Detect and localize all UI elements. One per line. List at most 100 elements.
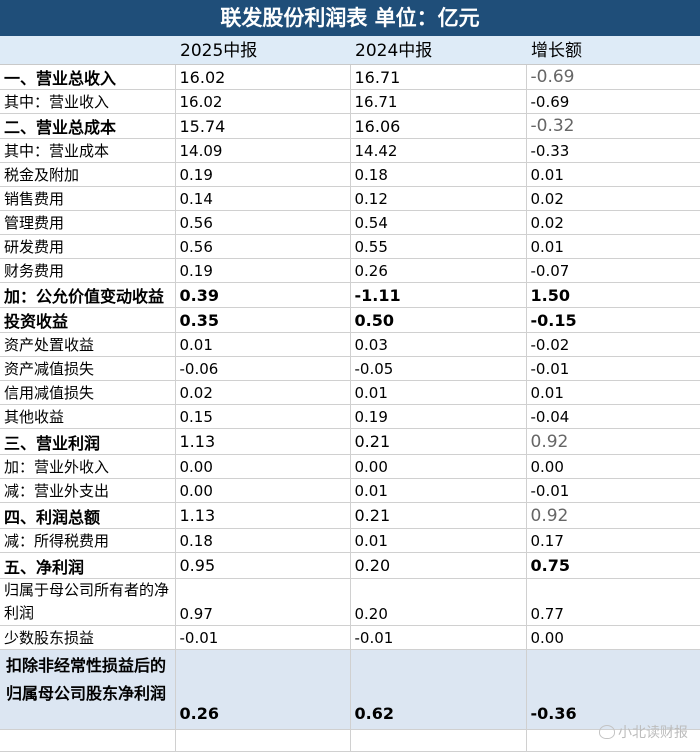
- table-row: 五、净利润 0.95 0.20 0.75: [0, 552, 700, 579]
- table-row: 少数股东损益 -0.01 -0.01 0.00: [0, 625, 700, 650]
- table-row: 四、利润总额 1.13 0.21 0.92: [0, 502, 700, 529]
- row-label: 税金及附加: [0, 162, 176, 187]
- column-header-2024: 2024中报: [355, 41, 433, 61]
- row-label: 三、营业利润: [0, 428, 176, 455]
- value-2024: -0.05: [350, 356, 527, 381]
- table-row: 资产处置收益 0.01 0.03 -0.02: [0, 332, 700, 357]
- value-2025: 0.19: [175, 162, 351, 187]
- row-label: 一、营业总收入: [0, 65, 176, 90]
- value-growth: 0.77: [526, 578, 700, 626]
- table-row: 三、营业利润 1.13 0.21 0.92: [0, 428, 700, 455]
- value-growth: 0.02: [526, 210, 700, 235]
- value-2024: -1.11: [350, 282, 527, 308]
- value-growth: -0.07: [526, 258, 700, 283]
- value-2025: 0.02: [175, 380, 351, 405]
- row-label: 资产减值损失: [0, 356, 176, 381]
- table-row: 管理费用 0.56 0.54 0.02: [0, 210, 700, 235]
- row-label: 财务费用: [0, 258, 176, 283]
- table-row: 税金及附加 0.19 0.18 0.01: [0, 162, 700, 187]
- table-title: 联发股份利润表 单位：亿元: [0, 0, 700, 36]
- value-2024: 0.01: [350, 380, 527, 405]
- value-2025: 0.56: [175, 210, 351, 235]
- row-label: 加：营业外收入: [0, 454, 176, 479]
- table-row: 资产减值损失 -0.06 -0.05 -0.01: [0, 356, 700, 381]
- value-2024: 16.71: [350, 89, 527, 114]
- value-growth: 1.50: [526, 282, 700, 308]
- row-label: 其他收益: [0, 404, 176, 429]
- table-row: 投资收益 0.35 0.50 -0.15: [0, 307, 700, 333]
- column-header-2025: 2025中报: [180, 41, 258, 61]
- value-growth: -0.02: [526, 332, 700, 357]
- value-2024: 0.55: [350, 234, 527, 259]
- value-2024: 0.03: [350, 332, 527, 357]
- table-row: 财务费用 0.19 0.26 -0.07: [0, 258, 700, 283]
- value-2025: 0.39: [175, 282, 351, 308]
- table-row: 二、营业总成本 15.74 16.06 -0.32: [0, 113, 700, 139]
- table-row: 信用减值损失 0.02 0.01 0.01: [0, 380, 700, 405]
- value-2024: 0.62: [350, 649, 527, 730]
- value-growth: -0.33: [526, 138, 700, 163]
- value-2024: 16.06: [350, 113, 527, 139]
- row-label: 减：营业外支出: [0, 478, 176, 503]
- value-growth: -0.15: [526, 307, 700, 333]
- table-row: 一、营业总收入 16.02 16.71 -0.69: [0, 65, 700, 90]
- value-2025: 16.02: [175, 65, 351, 90]
- value-2024: 14.42: [350, 138, 527, 163]
- weibo-icon: [599, 725, 615, 739]
- value-growth: -0.69: [526, 89, 700, 114]
- row-label: 资产处置收益: [0, 332, 176, 357]
- table-row: 加：营业外收入 0.00 0.00 0.00: [0, 454, 700, 479]
- value-2024: 0.50: [350, 307, 527, 333]
- value-growth: 0.00: [526, 625, 700, 650]
- value-2024: 0.21: [350, 502, 527, 529]
- income-statement-table: 一、营业总收入 16.02 16.71 -0.69 其中：营业收入 16.02 …: [0, 65, 700, 752]
- value-2024: 0.01: [350, 528, 527, 553]
- table-row: 其他收益 0.15 0.19 -0.04: [0, 404, 700, 429]
- column-header-growth: 增长额: [531, 41, 582, 61]
- value-2024: 0.12: [350, 186, 527, 211]
- blank-row: [0, 729, 700, 752]
- value-growth: 0.92: [526, 428, 700, 455]
- row-label: 五、净利润: [0, 552, 176, 579]
- value-growth: 0.00: [526, 454, 700, 479]
- value-2024: 0.19: [350, 404, 527, 429]
- value-2024: 0.18: [350, 162, 527, 187]
- row-label: 减：所得税费用: [0, 528, 176, 553]
- value-2025: 0.14: [175, 186, 351, 211]
- value-2025: 1.13: [175, 428, 351, 455]
- row-label: 四、利润总额: [0, 502, 176, 529]
- row-label: 其中：营业收入: [0, 89, 176, 114]
- value-growth: 0.01: [526, 380, 700, 405]
- row-label: 研发费用: [0, 234, 176, 259]
- value-2025: 14.09: [175, 138, 351, 163]
- value-growth: 0.01: [526, 162, 700, 187]
- value-2025: 0.97: [175, 578, 351, 626]
- value-2025: 0.56: [175, 234, 351, 259]
- value-2025: 0.26: [175, 649, 351, 730]
- value-2025: 0.00: [175, 454, 351, 479]
- value-2024: 0.00: [350, 454, 527, 479]
- table-row: 归属于母公司所有者的净利润 0.97 0.20 0.77: [0, 578, 700, 626]
- row-label: 加：公允价值变动收益: [0, 282, 176, 308]
- table-row: 研发费用 0.56 0.55 0.01: [0, 234, 700, 259]
- value-growth: -0.32: [526, 113, 700, 139]
- value-growth: -0.01: [526, 356, 700, 381]
- value-2024: 0.26: [350, 258, 527, 283]
- table-row: 其中：营业成本 14.09 14.42 -0.33: [0, 138, 700, 163]
- value-2024: 0.21: [350, 428, 527, 455]
- value-growth: 0.02: [526, 186, 700, 211]
- row-label: 归属于母公司所有者的净利润: [0, 578, 176, 626]
- column-header-row: 2025中报 2024中报 增长额: [0, 36, 700, 65]
- value-2025: 0.95: [175, 552, 351, 579]
- value-growth: -0.36: [526, 649, 700, 730]
- row-label: 其中：营业成本: [0, 138, 176, 163]
- value-2024: 0.20: [350, 552, 527, 579]
- value-2025: 0.35: [175, 307, 351, 333]
- watermark: 小北读财报: [599, 722, 688, 742]
- value-growth: -0.01: [526, 478, 700, 503]
- table-row-highlight: 扣除非经常性损益后的归属母公司股东净利润 0.26 0.62 -0.36: [0, 649, 700, 730]
- value-2025: 0.01: [175, 332, 351, 357]
- value-2025: 0.18: [175, 528, 351, 553]
- value-2025: -0.01: [175, 625, 351, 650]
- table-row: 减：营业外支出 0.00 0.01 -0.01: [0, 478, 700, 503]
